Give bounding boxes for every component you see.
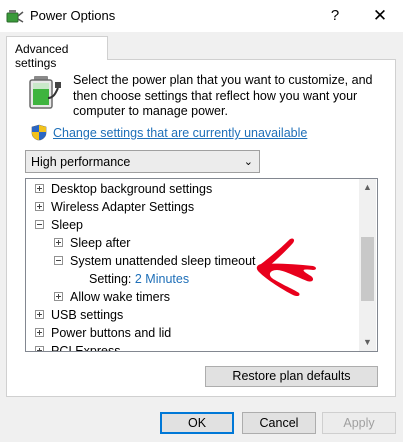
cancel-button[interactable]: Cancel: [242, 412, 316, 434]
uac-shield-icon: [31, 124, 47, 141]
help-button[interactable]: ?: [320, 4, 350, 28]
tab-label: Advanced settings: [15, 42, 69, 70]
tree-item-power-buttons[interactable]: Power buttons and lid: [35, 324, 171, 342]
tree-item-unattended-sleep-timeout[interactable]: System unattended sleep timeout: [54, 252, 256, 270]
apply-button[interactable]: Apply: [322, 412, 396, 434]
setting-label: Setting:: [89, 272, 132, 286]
expand-icon[interactable]: [54, 238, 63, 248]
expand-icon[interactable]: [35, 346, 44, 351]
chevron-down-icon: ⌄: [243, 156, 253, 168]
tree-item-sleep[interactable]: Sleep: [35, 216, 83, 234]
setting-value[interactable]: 2 Minutes: [135, 272, 189, 286]
expand-icon[interactable]: [35, 202, 44, 212]
battery-power-icon: [29, 76, 61, 109]
expand-icon[interactable]: [35, 184, 44, 194]
ok-button[interactable]: OK: [160, 412, 234, 434]
close-button[interactable]: ✕: [364, 4, 396, 28]
tree-item-wireless-adapter[interactable]: Wireless Adapter Settings: [35, 198, 194, 216]
tree-item-sleep-after[interactable]: Sleep after: [54, 234, 130, 252]
tree-item-allow-wake-timers[interactable]: Allow wake timers: [54, 288, 170, 306]
change-settings-link[interactable]: Change settings that are currently unava…: [53, 126, 307, 140]
window-title: Power Options: [30, 8, 116, 23]
tree-scrollbar[interactable]: ▲ ▼: [359, 179, 376, 351]
power-plan-dropdown[interactable]: High performance ⌄: [25, 150, 260, 173]
red-annotation-arrow: [256, 238, 316, 297]
scroll-down-icon[interactable]: ▼: [359, 334, 376, 351]
collapse-icon[interactable]: [35, 220, 44, 230]
collapse-icon[interactable]: [54, 256, 63, 266]
expand-icon[interactable]: [35, 328, 44, 338]
tree-item-pci-express[interactable]: PCI Express: [35, 342, 120, 351]
tree-item-desktop-background[interactable]: Desktop background settings: [35, 180, 212, 198]
restore-defaults-button[interactable]: Restore plan defaults: [205, 366, 378, 387]
scroll-up-icon[interactable]: ▲: [359, 179, 376, 196]
tree-item-usb-settings[interactable]: USB settings: [35, 306, 123, 324]
selected-plan: High performance: [31, 155, 131, 169]
intro-text: Select the power plan that you want to c…: [73, 73, 373, 118]
title-bar: Power Options ? ✕: [0, 0, 403, 32]
tree-item-setting[interactable]: Setting: 2 Minutes: [89, 270, 189, 288]
settings-tree[interactable]: Desktop background settings Wireless Ada…: [25, 178, 378, 352]
power-options-app-icon: [6, 10, 24, 23]
expand-icon[interactable]: [35, 310, 44, 320]
expand-icon[interactable]: [54, 292, 63, 302]
scrollbar-thumb[interactable]: [361, 237, 374, 301]
tab-advanced-settings[interactable]: Advanced settings: [6, 36, 108, 70]
